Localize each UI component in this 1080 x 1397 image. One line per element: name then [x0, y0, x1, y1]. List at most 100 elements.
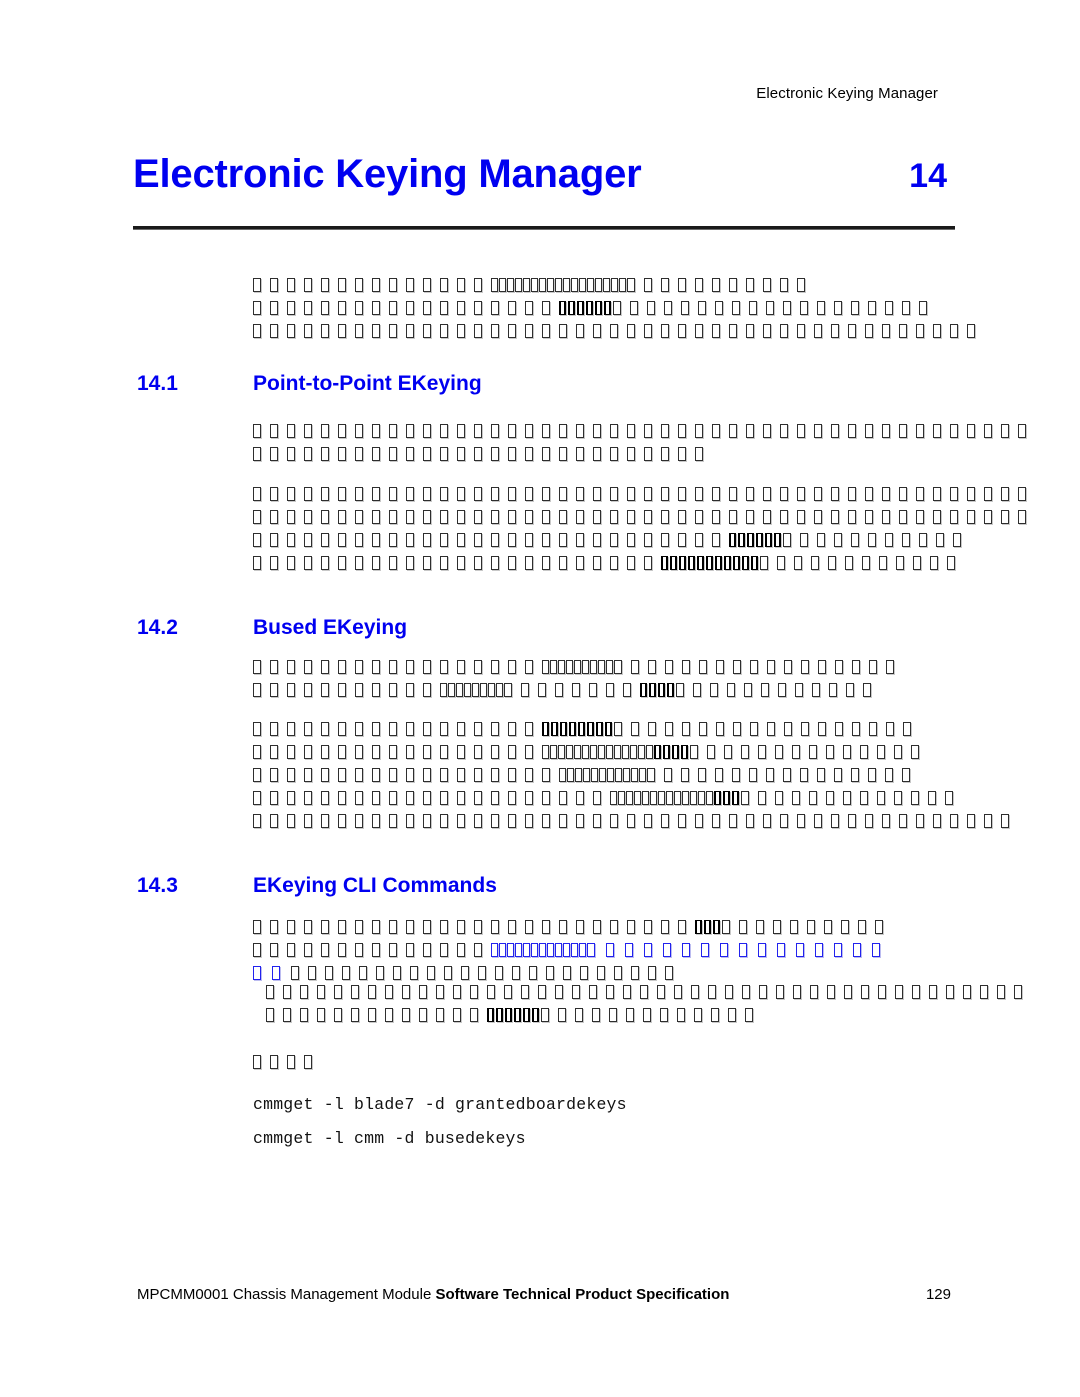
- missing-glyph: [647, 768, 655, 782]
- missing-glyph: [555, 985, 563, 999]
- missing-glyph: [287, 768, 295, 782]
- missing-glyph: [542, 533, 550, 547]
- missing-glyph: [593, 447, 601, 461]
- missing-glyph: [507, 278, 514, 292]
- missing-glyph: [558, 745, 565, 759]
- missing-glyph: [253, 920, 261, 934]
- missing-glyph: [865, 510, 873, 524]
- missing-glyph: [406, 324, 414, 338]
- missing-glyph: [514, 1008, 521, 1022]
- missing-glyph: [688, 556, 695, 570]
- page-footer: MPCMM0001 Chassis Management Module Soft…: [137, 1285, 957, 1305]
- missing-glyph: [338, 814, 346, 828]
- missing-glyph: [542, 745, 549, 759]
- missing-glyph: [780, 324, 788, 338]
- missing-glyph: [695, 487, 703, 501]
- missing-glyph: [270, 768, 278, 782]
- missing-glyph: [868, 768, 876, 782]
- missing-glyph: [338, 943, 346, 957]
- missing-glyph: [576, 324, 584, 338]
- paragraph-141-2: [253, 487, 1035, 579]
- missing-glyph: [582, 660, 589, 674]
- missing-glyph: [508, 510, 516, 524]
- missing-glyph: [665, 660, 673, 674]
- missing-glyph: [732, 768, 740, 782]
- section-heading-14-3: 14.3 EKeying CLI Commands: [137, 874, 957, 898]
- missing-glyph: [695, 510, 703, 524]
- missing-glyph: [640, 985, 648, 999]
- missing-glyph: [831, 324, 839, 338]
- missing-glyph: [355, 556, 363, 570]
- missing-glyph: [582, 745, 589, 759]
- missing-glyph: [610, 324, 618, 338]
- missing-glyph: [644, 324, 652, 338]
- missing-glyph: [681, 745, 688, 759]
- missing-glyph: [253, 660, 261, 674]
- missing-glyph: [698, 791, 705, 805]
- missing-glyph: [814, 814, 822, 828]
- missing-glyph: [759, 985, 767, 999]
- missing-glyph: [505, 1008, 512, 1022]
- chapter-number: 14: [909, 157, 947, 195]
- missing-glyph: [304, 510, 312, 524]
- missing-glyph: [678, 424, 686, 438]
- text-line: [253, 1055, 321, 1078]
- missing-glyph: [763, 278, 771, 292]
- missing-glyph: [457, 722, 465, 736]
- missing-glyph: [741, 745, 749, 759]
- missing-glyph: [440, 791, 448, 805]
- missing-glyph: [559, 920, 567, 934]
- missing-glyph: [508, 814, 516, 828]
- missing-glyph: [470, 1008, 478, 1022]
- missing-glyph: [287, 814, 295, 828]
- missing-glyph: [304, 556, 312, 570]
- missing-glyph: [610, 424, 618, 438]
- missing-glyph: [355, 791, 363, 805]
- missing-glyph: [894, 745, 902, 759]
- missing-glyph: [440, 324, 448, 338]
- missing-glyph: [720, 943, 728, 957]
- missing-glyph: [304, 424, 312, 438]
- missing-glyph: [834, 533, 842, 547]
- missing-glyph: [650, 791, 657, 805]
- missing-glyph: [967, 424, 975, 438]
- missing-glyph: [542, 487, 550, 501]
- missing-glyph: [724, 745, 732, 759]
- missing-glyph: [933, 487, 941, 501]
- missing-glyph: [851, 301, 859, 315]
- missing-glyph: [542, 556, 550, 570]
- missing-glyph: [760, 556, 768, 570]
- missing-glyph: [253, 533, 261, 547]
- missing-glyph: [523, 1008, 530, 1022]
- missing-glyph: [253, 722, 261, 736]
- missing-glyph: [851, 768, 859, 782]
- missing-glyph: [679, 556, 686, 570]
- missing-glyph: [542, 447, 550, 461]
- missing-glyph: [739, 920, 747, 934]
- missing-glyph: [488, 683, 495, 697]
- missing-glyph: [389, 533, 397, 547]
- missing-glyph: [338, 487, 346, 501]
- paragraph-143-1: [253, 920, 892, 989]
- missing-glyph: [712, 424, 720, 438]
- missing-glyph: [525, 791, 533, 805]
- footer-title: MPCMM0001 Chassis Management Module Soft…: [137, 1285, 729, 1305]
- missing-glyph: [597, 966, 605, 980]
- missing-glyph: [848, 487, 856, 501]
- missing-glyph: [801, 660, 809, 674]
- missing-glyph: [491, 768, 499, 782]
- missing-glyph: [440, 424, 448, 438]
- missing-glyph: [317, 985, 325, 999]
- missing-glyph: [423, 683, 431, 697]
- missing-glyph: [902, 768, 910, 782]
- missing-glyph: [499, 278, 506, 292]
- missing-glyph: [695, 814, 703, 828]
- missing-glyph: [627, 487, 635, 501]
- chapter-title-row: Electronic Keying Manager 14: [133, 152, 955, 197]
- missing-glyph: [714, 791, 721, 805]
- paragraph-143-2: [266, 985, 1031, 1031]
- missing-glyph: [886, 722, 894, 736]
- missing-glyph: [508, 768, 516, 782]
- missing-glyph: [321, 301, 329, 315]
- missing-glyph: [287, 487, 295, 501]
